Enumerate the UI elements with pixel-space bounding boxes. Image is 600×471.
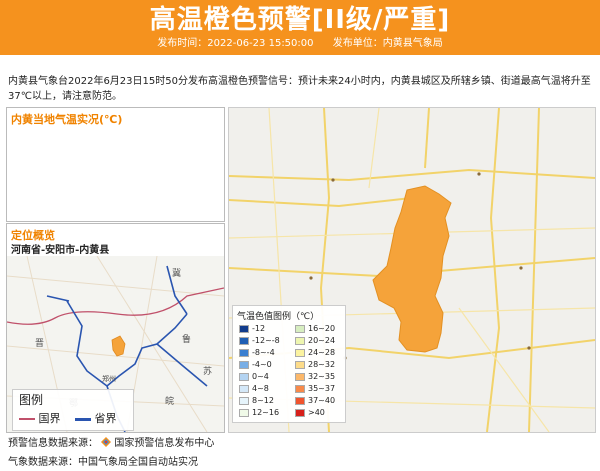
temperature-legend-swatch (239, 396, 249, 405)
publish-time: 发布时间：2022-06-23 15:50:00 (157, 38, 314, 49)
warning-description: 内黄县气象台2022年6月23日15时50分发布高温橙色预警信号：预计未来24小… (8, 76, 591, 102)
temperature-legend-item: -8~-4 (239, 347, 275, 358)
warning-source: 预警信息数据来源： 国家预警信息发布中心 (8, 434, 214, 449)
temperature-legend-swatch (239, 408, 249, 417)
temperature-legend-label: 16~20 (308, 324, 336, 333)
province-border-swatch (75, 417, 91, 421)
temperature-legend-swatch (295, 384, 305, 393)
temperature-legend-label: >40 (308, 408, 325, 417)
temperature-legend-swatch (239, 384, 249, 393)
temperature-legend-item: >40 (295, 407, 325, 418)
temperature-legend-item: 16~20 (295, 323, 335, 334)
temperature-legend-swatch (295, 348, 305, 357)
temperature-legend-label: 0~4 (252, 372, 269, 381)
temperature-legend-label: 24~28 (308, 348, 336, 357)
live-temperature-title: 内黄当地气温实况(℃) (11, 113, 123, 126)
temperature-legend-item: 0~4 (239, 371, 269, 382)
legend-item-province-border: 省界 (75, 410, 117, 426)
warning-title: 高温橙色预警[II级/严重] (149, 5, 451, 35)
temperature-legend: 气温色值图例（℃） -12 -12~-8 -8~-4 -4~0 0~4 4~8 8~12 12… (232, 305, 346, 423)
live-temperature-panel: 内黄当地气温实况(℃) (6, 107, 225, 222)
overview-label-ji: 冀 (172, 267, 181, 279)
temperature-legend-swatch (295, 360, 305, 369)
temperature-legend-swatch (239, 372, 249, 381)
temperature-legend-label: 12~16 (252, 408, 280, 417)
temperature-legend-label: 20~24 (308, 336, 336, 345)
temperature-legend-label: 35~37 (308, 384, 336, 393)
temperature-legend-swatch (239, 336, 249, 345)
temperature-legend-label: -8~-4 (252, 348, 275, 357)
temperature-legend-item: 24~28 (295, 347, 335, 358)
temperature-legend-item: -12~-8 (239, 335, 280, 346)
temperature-legend-item: 28~32 (295, 359, 335, 370)
temperature-legend-swatch (295, 336, 305, 345)
national-border-swatch (19, 418, 35, 420)
temperature-legend-item: -12 (239, 323, 265, 334)
temperature-legend-item: 4~8 (239, 383, 269, 394)
temperature-legend-label: -12 (252, 324, 266, 333)
temperature-legend-label: 28~32 (308, 360, 336, 369)
temperature-legend-swatch (295, 372, 305, 381)
warning-source-org: 国家预警信息发布中心 (114, 438, 215, 449)
weather-source: 气象数据来源：中国气象局全国自动站实况 (8, 457, 198, 468)
warning-header: 高温橙色预警[II级/严重] 发布时间：2022-06-23 15:50:00 … (0, 0, 600, 55)
temperature-legend-swatch (239, 360, 249, 369)
temperature-legend-item: 20~24 (295, 335, 335, 346)
temperature-legend-label: 37~40 (308, 396, 336, 405)
temperature-legend-label: -4~0 (252, 360, 272, 369)
temperature-legend-item: 37~40 (295, 395, 335, 406)
temperature-legend-item: 35~37 (295, 383, 335, 394)
legend-label-national: 国界 (38, 412, 61, 425)
warning-source-label: 预警信息数据来源： (8, 438, 98, 449)
temperature-legend-swatch (295, 396, 305, 405)
legend-item-national-border: 国界 (19, 410, 61, 426)
publisher: 发布单位：内黄县气象局 (332, 38, 443, 49)
overview-label-wan: 皖 (165, 395, 174, 407)
temperature-legend-item: 8~12 (239, 395, 274, 406)
overview-label-lu: 鲁 (182, 333, 191, 345)
temperature-legend-item: 12~16 (239, 407, 279, 418)
legend-label-province: 省界 (94, 412, 117, 425)
temperature-legend-label: 8~12 (252, 396, 274, 405)
temperature-legend-swatch (239, 348, 249, 357)
map-legend-title: 图例 (19, 393, 44, 407)
temperature-legend-label: 4~8 (252, 384, 269, 393)
overview-label-jin: 晋 (35, 338, 44, 349)
location-path: 河南省-安阳市-内黄县 (11, 245, 110, 256)
overview-label-zhengzhou: 郑州 (102, 375, 116, 383)
warning-meta: 发布时间：2022-06-23 15:50:00 发布单位：内黄县气象局 (0, 37, 600, 51)
temperature-legend-swatch (239, 324, 249, 333)
temperature-legend-title: 气温色值图例（℃） (237, 312, 320, 322)
temperature-legend-swatch (295, 324, 305, 333)
warning-center-logo-icon (101, 437, 112, 447)
map-legend: 图例 国界 省界 (12, 389, 134, 431)
temperature-legend-label: 32~35 (308, 372, 336, 381)
temperature-legend-item: -4~0 (239, 359, 272, 370)
temperature-legend-label: -12~-8 (252, 336, 280, 345)
temperature-legend-swatch (295, 408, 305, 417)
overview-label-su: 苏 (203, 365, 212, 377)
temperature-legend-item: 32~35 (295, 371, 335, 382)
